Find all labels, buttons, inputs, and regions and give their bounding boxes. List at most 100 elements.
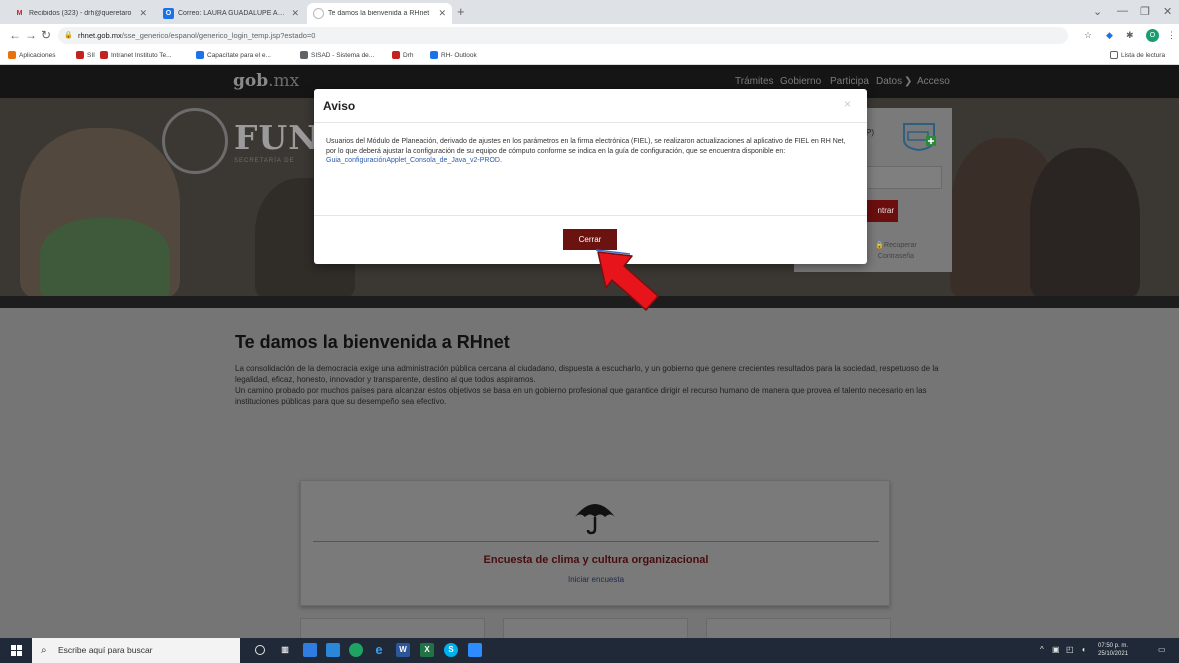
taskbar-clock[interactable]: 07:50 p. m. 25/10/2021 [1098,642,1128,658]
tab-rhnet[interactable]: Te damos la bienvenida a RHnet ✕ [307,3,452,24]
welcome-text: La consolidación de la democracia exige … [235,364,939,406]
hero-divider [0,296,1179,308]
gmail-icon: M [16,10,23,17]
browser-tab-strip: M Recibidos (323) - drh@queretaro ✕ O Co… [0,0,1179,24]
card-divider [313,541,879,542]
nav-acceso[interactable]: Acceso [917,76,950,87]
capacitate-icon [196,51,204,59]
modal-close-icon[interactable]: × [844,97,851,111]
close-icon[interactable]: ✕ [438,8,446,19]
password-input[interactable] [864,166,942,189]
reading-list-icon [1110,51,1118,59]
tab-gmail[interactable]: M Recibidos (323) - drh@queretaro ✕ [8,3,153,24]
skype-icon[interactable]: S [444,643,458,657]
tab-search-icon[interactable]: ⌄ [1093,5,1102,18]
bookmark-aplicaciones[interactable]: Aplicaciones [8,51,56,59]
modal-header-divider [314,122,867,123]
hero-title: FUN [234,118,320,157]
mail-icon[interactable] [326,643,340,657]
wifi-icon[interactable]: ◰ [1066,645,1074,654]
nav-participa[interactable]: Participa [830,76,869,87]
nav-tramites[interactable]: Trámites [735,76,774,87]
browser-toolbar: ← → ↻ rhnet.gob.mx/sse_generico/espanol/… [0,24,1179,48]
bookmarks-bar: Aplicaciones SII Intranet Instituto Te..… [0,48,1179,65]
welcome-title: Te damos la bienvenida a RHnet [235,332,510,352]
sii-icon [76,51,84,59]
puzzle-icon[interactable]: ✱ [1126,30,1134,41]
start-survey-link[interactable]: Iniciar encuesta [301,575,891,584]
bookmark-sisad[interactable]: SISAD - Sistema de... [300,51,374,59]
aviso-modal: Aviso × Usuarios del Módulo de Planeació… [314,89,867,264]
window-close-icon[interactable]: ✕ [1163,5,1172,18]
hero-person [1030,148,1140,296]
coat-of-arms-seal [162,108,228,174]
task-view-icon[interactable]: ▥ [278,643,292,657]
configuration-guide-link[interactable]: Guia_configuraciónApplet_Consola_de_Java… [326,157,502,164]
service-card[interactable] [706,618,891,638]
minimize-icon[interactable]: — [1117,5,1128,17]
address-bar[interactable]: rhnet.gob.mx/sse_generico/espanol/generi… [58,27,1068,44]
outlook-icon [430,51,438,59]
bookmark-rh-outlook[interactable]: RH- Outlook [430,51,477,59]
login-button[interactable]: ntrar [864,200,898,222]
excel-icon[interactable]: X [420,643,434,657]
bookmark-intranet[interactable]: Intranet Instituto Te... [100,51,172,59]
close-icon[interactable]: ✕ [291,8,299,19]
close-icon[interactable]: ✕ [139,8,147,19]
reload-icon[interactable]: ↻ [41,28,51,42]
login-field-label: P) [866,128,874,137]
menu-icon[interactable]: ⋮ [1167,30,1176,41]
forward-icon[interactable]: → [25,28,37,42]
id-card-icon [903,123,936,152]
notifications-icon[interactable]: ▭ [1158,645,1166,654]
calculator-icon[interactable] [303,643,317,657]
search-icon: ⌕ [41,645,47,656]
page-icon [313,8,324,19]
lock-icon[interactable]: 🔒 [64,31,73,39]
tab-outlook[interactable]: O Correo: LAURA GUADALUPE APO ✕ [157,3,305,24]
nav-datos[interactable]: Datos [876,76,902,87]
apps-grid-icon [8,51,16,59]
modal-footer-divider [314,215,867,216]
service-card[interactable] [503,618,688,638]
taskbar-search-input[interactable]: ⌕ Escribe aquí para buscar [32,638,240,663]
survey-title: Encuesta de clima y cultura organizacion… [483,554,709,566]
bookmark-drh[interactable]: Drh [392,51,413,59]
modal-title: Aviso [323,99,356,113]
hero-person [40,218,170,296]
word-icon[interactable]: W [396,643,410,657]
gob-logo[interactable]: gob.mx [233,71,299,91]
intranet-icon [100,51,108,59]
umbrella-icon [575,504,615,535]
cortana-icon[interactable] [255,645,265,655]
windows-taskbar: ⌕ Escribe aquí para buscar ▥ e W X S ^ ▣… [0,638,1179,663]
chrome-icon[interactable] [349,643,363,657]
tray-chevron-icon[interactable]: ^ [1040,645,1044,654]
hero-subtitle: SECRETARÍA DE [234,158,295,164]
new-tab-button[interactable]: + [457,4,465,19]
volume-icon[interactable]: ◖ [1081,645,1086,654]
recover-password-link[interactable]: 🔒Recuperar Contraseña [866,240,926,262]
profile-avatar[interactable]: O [1146,29,1159,42]
windows-start-icon[interactable] [11,645,22,656]
reading-list[interactable]: Lista de lectura [1110,51,1165,59]
service-card[interactable] [300,618,485,638]
sisad-icon [300,51,308,59]
outlook-icon: O [163,8,174,19]
network-icon[interactable]: ▣ [1052,645,1060,654]
zoom-icon[interactable] [468,643,482,657]
bookmark-sii[interactable]: SII [76,51,95,59]
cerrar-button[interactable]: Cerrar [563,229,617,250]
chevron-right-icon: ❯ [904,76,913,87]
red-arrow-icon [595,249,659,311]
survey-card[interactable]: Encuesta de clima y cultura organizacion… [300,480,890,606]
edge-icon[interactable]: e [372,643,386,657]
bookmark-capacitate[interactable]: Capacítate para el e... [196,51,271,59]
back-icon[interactable]: ← [9,28,21,42]
modal-body: Usuarios del Módulo de Planeación, deriv… [326,138,846,164]
nav-gobierno[interactable]: Gobierno [780,76,821,87]
star-icon[interactable]: ☆ [1084,30,1092,41]
extension-icon[interactable]: ◆ [1106,30,1113,41]
restore-icon[interactable]: ❐ [1140,5,1150,18]
lock-icon: 🔒 [875,242,885,249]
